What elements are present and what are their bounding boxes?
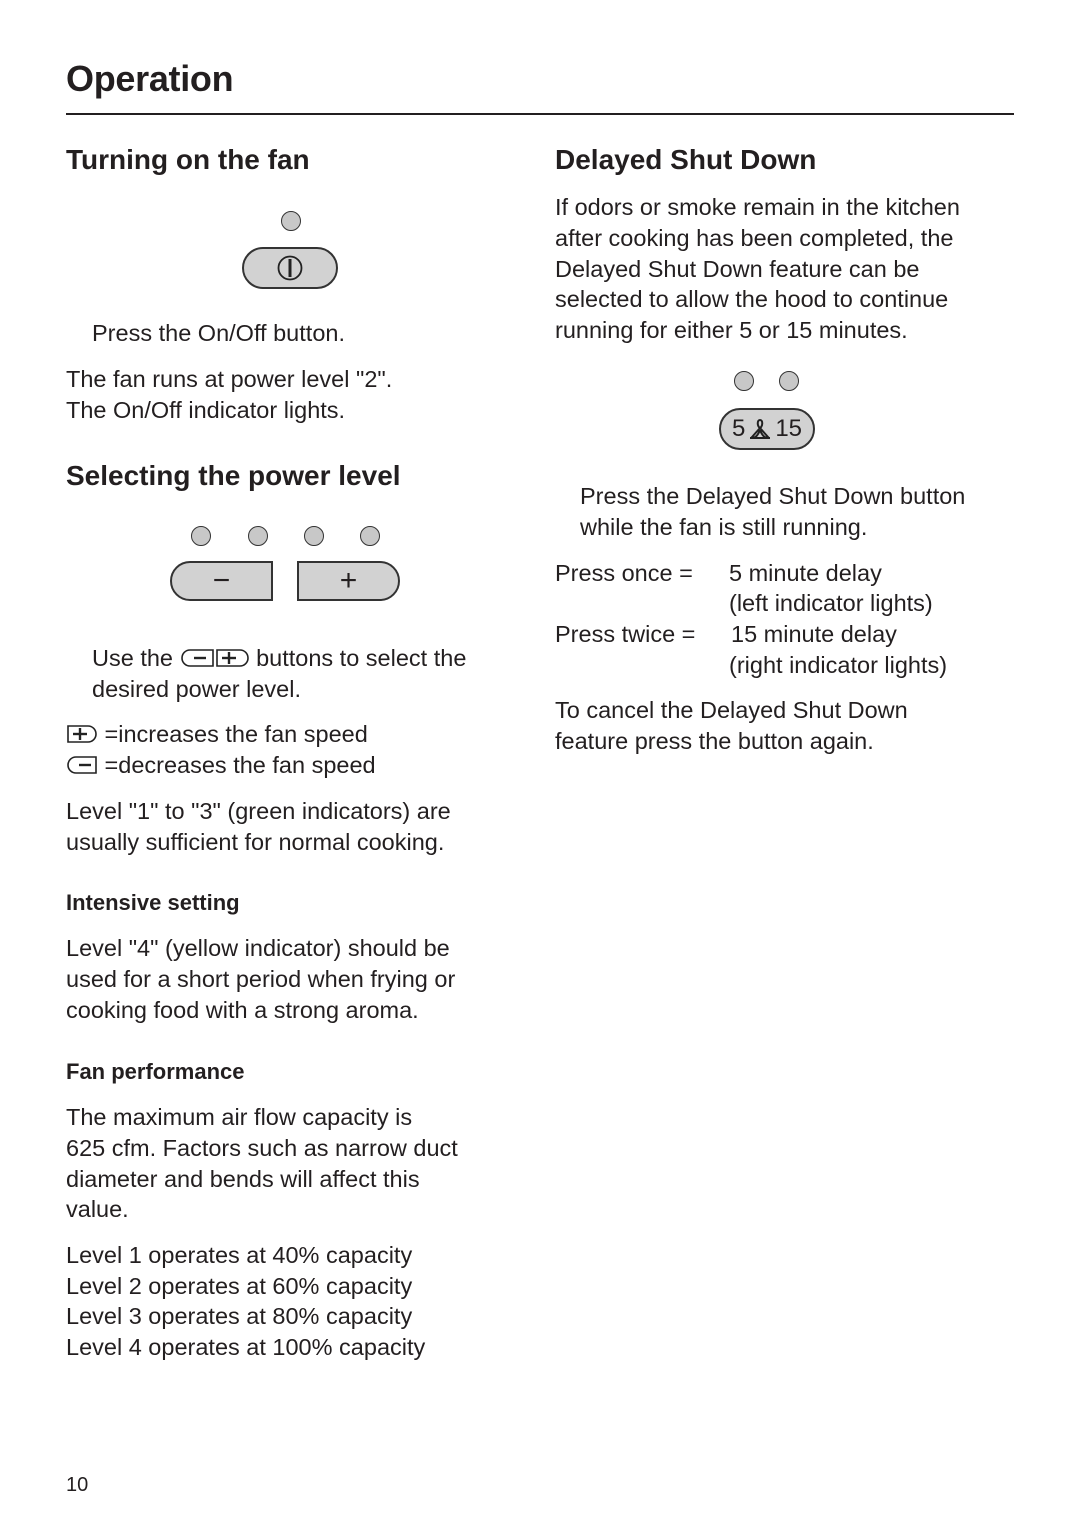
cancel-line-2: feature press the button again. [555, 728, 874, 754]
heading-power-level: Selecting the power level [66, 460, 401, 491]
press-twice-value: 15 minute delay [731, 621, 897, 647]
minus-plus-buttons-icon [180, 649, 249, 667]
minus-button-icon [67, 756, 97, 774]
delay-indicator-right [779, 371, 799, 391]
level-capacity-4: Level 4 operates at 100% capacity [66, 1334, 426, 1360]
plus-button[interactable]: + [297, 561, 400, 601]
power-instruction-pre: Use the [92, 645, 173, 671]
minus-label: − [212, 564, 231, 597]
delayed-intro-3: Delayed Shut Down feature can be [555, 256, 920, 282]
performance-line-3: diameter and bends will affect this [66, 1166, 420, 1192]
delayed-intro-5: running for either 5 or 15 minutes. [555, 317, 908, 343]
delayed-instruction-2: while the fan is still running. [580, 514, 868, 540]
heading-intensive: Intensive setting [66, 890, 240, 915]
press-once-value: 5 minute delay [729, 560, 882, 586]
delayed-instruction-1: Press the Delayed Shut Down button [580, 483, 966, 509]
heading-turning-on: Turning on the fan [66, 144, 310, 175]
performance-line-2: 625 cfm. Factors such as narrow duct [66, 1135, 458, 1161]
intensive-line-2: used for a short period when frying or [66, 966, 456, 992]
level-indicator-1 [191, 526, 211, 546]
level-indicator-4 [360, 526, 380, 546]
press-twice-note: (right indicator lights) [729, 652, 948, 678]
level-indicator-2 [248, 526, 268, 546]
power-instruction-line2: desired power level. [92, 676, 301, 702]
delay-15-label: 15 [775, 415, 803, 442]
level-capacity-2: Level 2 operates at 60% capacity [66, 1273, 413, 1299]
turning-on-instruction: Press the On/Off button. [92, 320, 345, 346]
turning-on-result-1: The fan runs at power level "2". [66, 366, 393, 392]
minus-button[interactable]: − [170, 561, 273, 601]
onoff-indicator [281, 211, 301, 231]
performance-line-4: value. [66, 1196, 129, 1222]
delay-indicator-left [734, 371, 754, 391]
plus-label: + [339, 564, 358, 597]
plus-description: =increases the fan speed [66, 719, 368, 750]
level-capacity-1: Level 1 operates at 40% capacity [66, 1242, 413, 1268]
plus-button-icon [67, 725, 97, 743]
heading-delayed: Delayed Shut Down [555, 144, 817, 175]
performance-line-1: The maximum air flow capacity is [66, 1104, 413, 1130]
intensive-line-1: Level "4" (yellow indicator) should be [66, 935, 450, 961]
turning-on-result-2: The On/Off indicator lights. [66, 397, 346, 423]
delay-5-label: 5 [731, 415, 746, 442]
minus-description: =decreases the fan speed [66, 750, 376, 781]
level-note-1: Level "1" to "3" (green indicators) are [66, 798, 451, 824]
power-icon [277, 255, 303, 281]
page-number: 10 [66, 1474, 89, 1496]
delayed-shutdown-button[interactable]: 5 15 [719, 408, 815, 450]
delayed-intro-2: after cooking has been completed, the [555, 225, 954, 251]
page-title: Operation [66, 58, 234, 99]
heading-fan-performance: Fan performance [66, 1059, 245, 1084]
minus-description-text: =decreases the fan speed [104, 752, 376, 778]
level-note-2: usually sufficient for normal cooking. [66, 829, 445, 855]
level-indicator-3 [304, 526, 324, 546]
press-once-label: Press once = [555, 560, 693, 586]
delayed-intro-4: selected to allow the hood to continue [555, 286, 949, 312]
power-instruction-post: buttons to select the [256, 645, 467, 671]
plus-description-text: =increases the fan speed [104, 721, 368, 747]
power-instruction-line1: Use the buttons to select the [92, 643, 466, 674]
fan-icon [750, 418, 771, 439]
cancel-line-1: To cancel the Delayed Shut Down [555, 697, 908, 723]
intensive-line-3: cooking food with a strong aroma. [66, 997, 419, 1023]
title-rule [66, 113, 1014, 115]
delayed-intro-1: If odors or smoke remain in the kitchen [555, 194, 960, 220]
onoff-button[interactable] [242, 247, 338, 289]
press-once-note: (left indicator lights) [729, 590, 933, 616]
level-capacity-3: Level 3 operates at 80% capacity [66, 1303, 413, 1329]
press-twice-label: Press twice = [555, 621, 696, 647]
